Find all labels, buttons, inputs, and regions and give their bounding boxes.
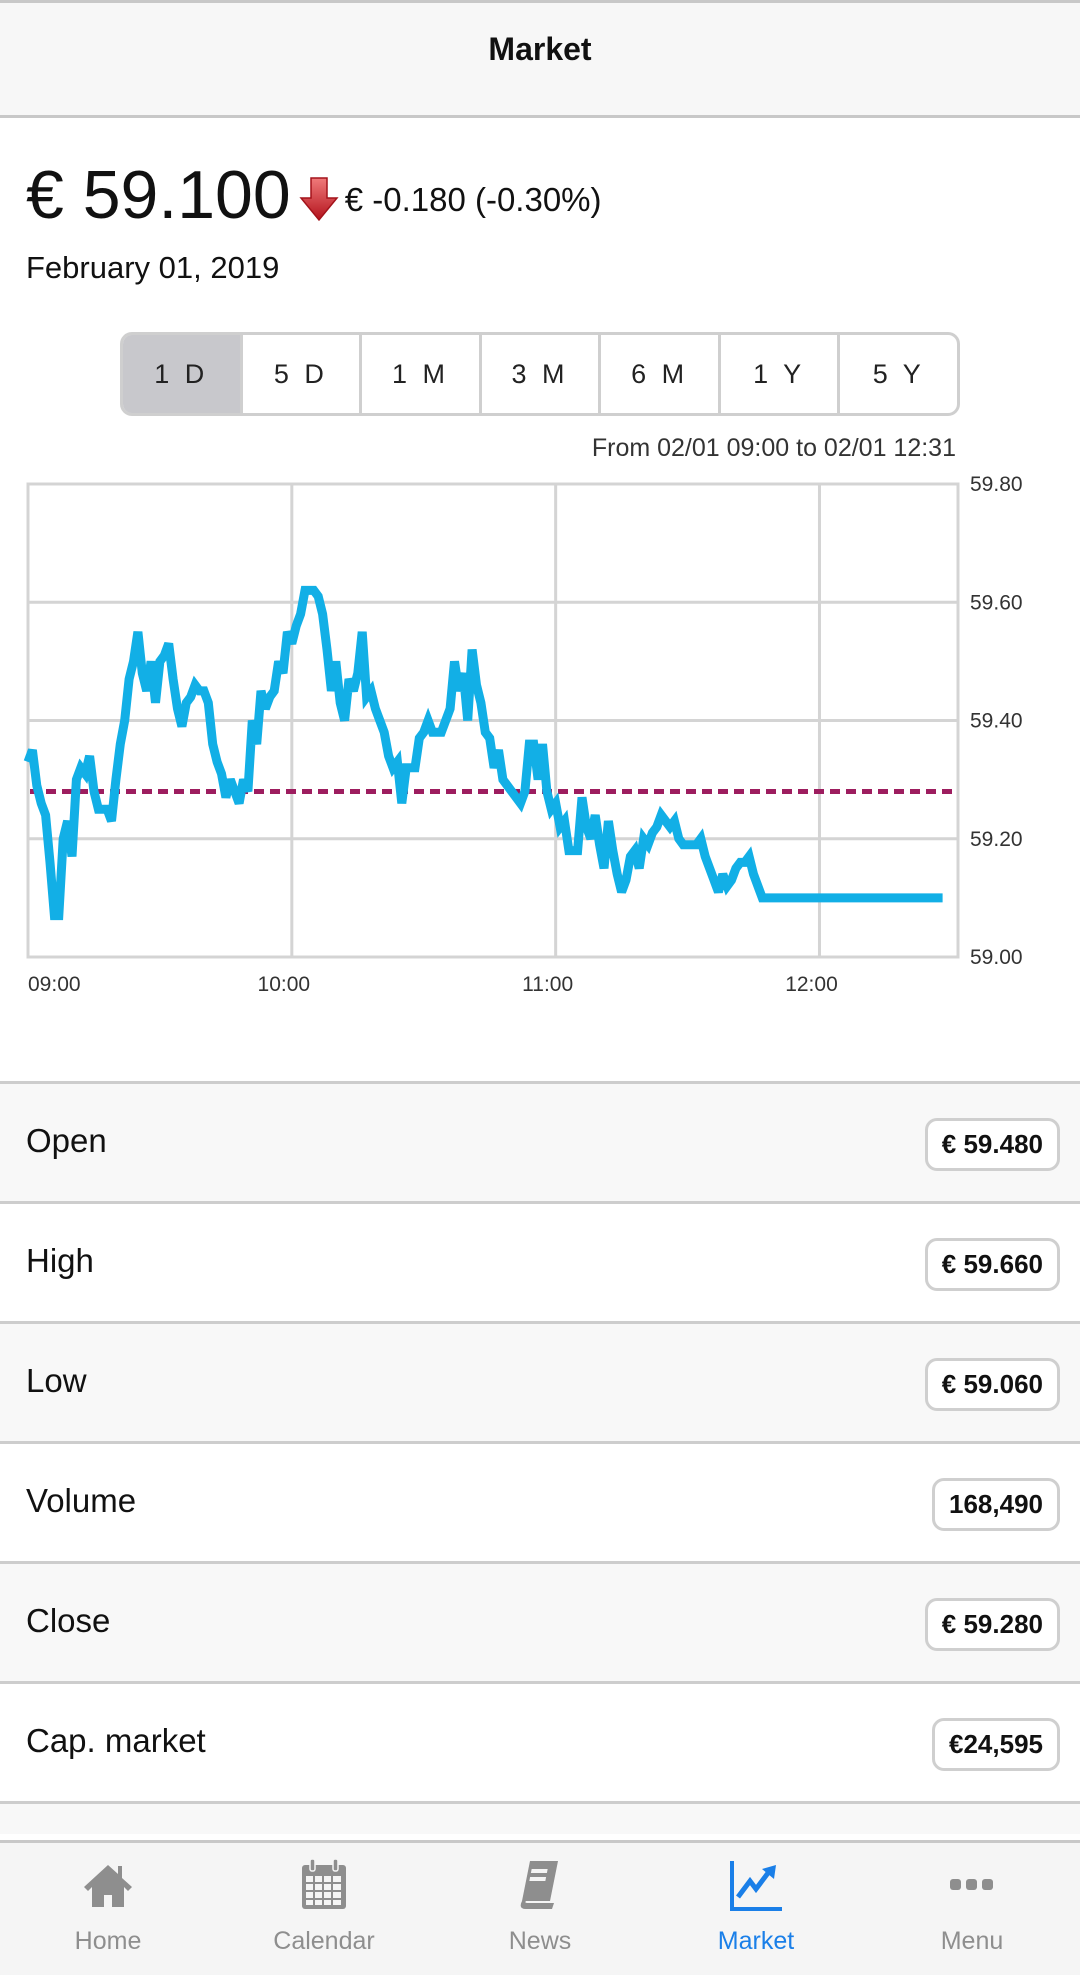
stat-row-cap-market: Cap. market €24,595 xyxy=(0,1681,1080,1801)
range-selector: 1 D 5 D 1 M 3 M 6 M 1 Y 5 Y xyxy=(120,332,960,416)
range-5d[interactable]: 5 D xyxy=(239,335,360,413)
stat-label: Cap. market xyxy=(26,1722,206,1759)
tab-label: Market xyxy=(717,1927,795,1955)
page-title: Market xyxy=(488,31,592,67)
chart-line-icon xyxy=(730,1861,782,1911)
y-tick-label: 59.80 xyxy=(970,473,1023,496)
tab-label: Menu xyxy=(940,1927,1004,1955)
range-3m[interactable]: 3 M xyxy=(478,335,599,413)
tab-calendar[interactable]: Calendar xyxy=(216,1843,432,1975)
y-tick-label: 59.00 xyxy=(970,946,1023,969)
stat-label: Low xyxy=(26,1362,87,1399)
stat-row-volume: Volume 168,490 xyxy=(0,1441,1080,1561)
y-tick-label: 59.60 xyxy=(970,591,1023,614)
stat-label: Volume xyxy=(26,1482,137,1519)
y-tick-label: 59.40 xyxy=(970,710,1023,733)
stat-value: 168,490 xyxy=(932,1478,1060,1531)
tab-menu[interactable]: Menu xyxy=(864,1843,1080,1975)
stat-value: €24,595 xyxy=(932,1718,1060,1771)
stat-label: High xyxy=(26,1242,94,1279)
bottom-tab-bar: Home Calendar News Market Menu xyxy=(0,1840,1080,1975)
red-down-arrow-icon xyxy=(299,177,339,222)
x-tick-label: 12:00 xyxy=(785,973,838,996)
tab-label: Home xyxy=(74,1927,142,1955)
tab-market[interactable]: Market xyxy=(648,1843,864,1975)
price-change: € -0.180 (-0.30%) xyxy=(344,181,602,218)
stat-row-open: Open € 59.480 xyxy=(0,1081,1080,1201)
quote-date: February 01, 2019 xyxy=(26,250,280,285)
range-6m[interactable]: 6 M xyxy=(598,335,718,413)
calendar-icon xyxy=(302,1858,346,1909)
tab-home[interactable]: Home xyxy=(0,1843,216,1975)
news-book-icon xyxy=(520,1861,558,1909)
chart-grid xyxy=(26,482,960,959)
range-1m[interactable]: 1 M xyxy=(359,335,479,413)
stat-value: € 59.660 xyxy=(924,1238,1060,1291)
y-tick-label: 59.20 xyxy=(970,828,1023,851)
stats-list: Open € 59.480 High € 59.660 Low € 59.060… xyxy=(0,1081,1080,1834)
x-tick-label: 10:00 xyxy=(258,973,311,996)
stat-row-low: Low € 59.060 xyxy=(0,1321,1080,1441)
stat-row-close: Close € 59.280 xyxy=(0,1561,1080,1681)
stat-label: Open xyxy=(26,1122,107,1159)
x-axis-ticks: 09:00 10:00 11:00 12:00 xyxy=(28,973,838,996)
y-axis-ticks: 59.80 59.60 59.40 59.20 59.00 xyxy=(970,473,1023,969)
range-1y[interactable]: 1 Y xyxy=(717,335,838,413)
stat-value: € 59.060 xyxy=(924,1358,1060,1411)
stat-label: Close xyxy=(26,1602,111,1639)
range-1d[interactable]: 1 D xyxy=(123,335,240,413)
tab-label: News xyxy=(508,1927,572,1955)
home-icon xyxy=(84,1865,132,1907)
tab-label: Calendar xyxy=(273,1927,375,1955)
quote-summary: € 59.100 € -0.180 (-0.30%) xyxy=(26,160,602,230)
range-caption: From 02/01 09:00 to 02/01 12:31 xyxy=(591,434,956,462)
top-app-bar: Market xyxy=(0,0,1080,118)
tab-news[interactable]: News xyxy=(432,1843,648,1975)
range-5y[interactable]: 5 Y xyxy=(837,335,957,413)
stat-value: € 59.480 xyxy=(924,1118,1060,1171)
x-tick-label: 11:00 xyxy=(522,973,573,996)
stat-value: € 59.280 xyxy=(924,1598,1060,1651)
stat-row-partial xyxy=(0,1801,1080,1834)
current-price: € 59.100 xyxy=(26,157,291,233)
x-tick-label: 09:00 xyxy=(28,973,81,996)
stat-row-high: High € 59.660 xyxy=(0,1201,1080,1321)
more-dots-icon xyxy=(950,1879,993,1890)
price-chart: 59.80 59.60 59.40 59.20 59.00 09:00 10:00 11:0… xyxy=(23,473,1023,996)
